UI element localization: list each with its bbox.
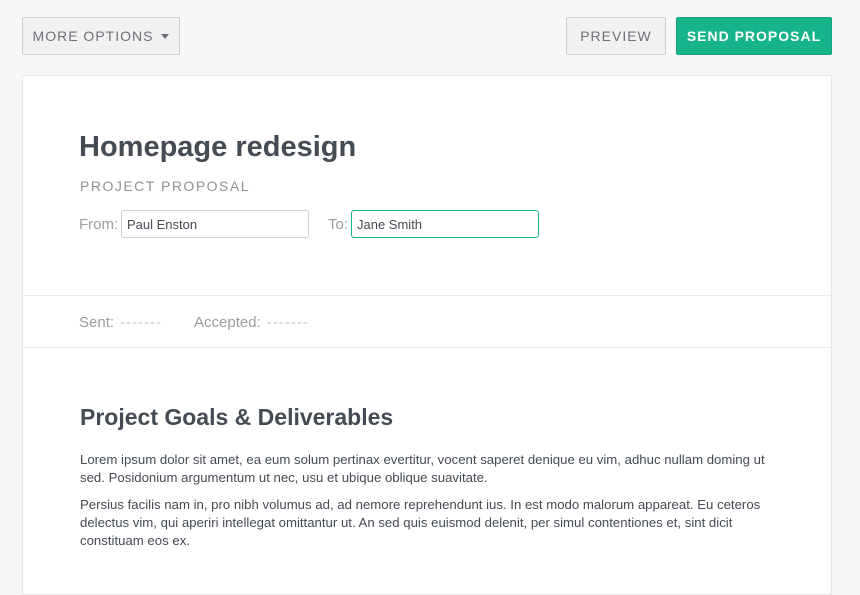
caret-down-icon <box>161 34 170 39</box>
accepted-label: Accepted: <box>194 314 261 331</box>
more-options-label: MORE OPTIONS <box>32 28 154 44</box>
sent-value: ------- <box>120 314 162 331</box>
sent-label: Sent: <box>79 314 115 331</box>
header-divider <box>23 295 831 296</box>
proposal-title[interactable]: Homepage redesign <box>79 131 356 164</box>
paragraph[interactable]: Lorem ipsum dolor sit amet, ea eum solum… <box>80 451 770 487</box>
from-field[interactable] <box>121 210 309 238</box>
top-toolbar: MORE OPTIONS PREVIEW SEND PROPOSAL <box>0 0 860 75</box>
paragraph[interactable]: Persius facilis nam in, pro nibh volumus… <box>80 496 770 550</box>
status-divider <box>23 347 831 348</box>
preview-button[interactable]: PREVIEW <box>566 17 666 55</box>
from-label: From: <box>79 216 119 233</box>
send-proposal-button[interactable]: SEND PROPOSAL <box>676 17 832 55</box>
accepted-status: Accepted: ------- <box>194 314 309 331</box>
sent-status: Sent: ------- <box>79 314 162 331</box>
accepted-value: ------- <box>266 314 309 331</box>
proposal-header: Homepage redesign PROJECT PROPOSAL From:… <box>23 76 831 295</box>
more-options-button[interactable]: MORE OPTIONS <box>22 17 180 55</box>
send-proposal-label: SEND PROPOSAL <box>686 28 822 44</box>
proposal-subtitle: PROJECT PROPOSAL <box>80 178 251 194</box>
proposal-document: Homepage redesign PROJECT PROPOSAL From:… <box>22 75 832 595</box>
to-label: To: <box>328 216 349 233</box>
to-field[interactable] <box>351 210 539 238</box>
preview-label: PREVIEW <box>580 28 652 44</box>
section-title[interactable]: Project Goals & Deliverables <box>80 404 393 431</box>
